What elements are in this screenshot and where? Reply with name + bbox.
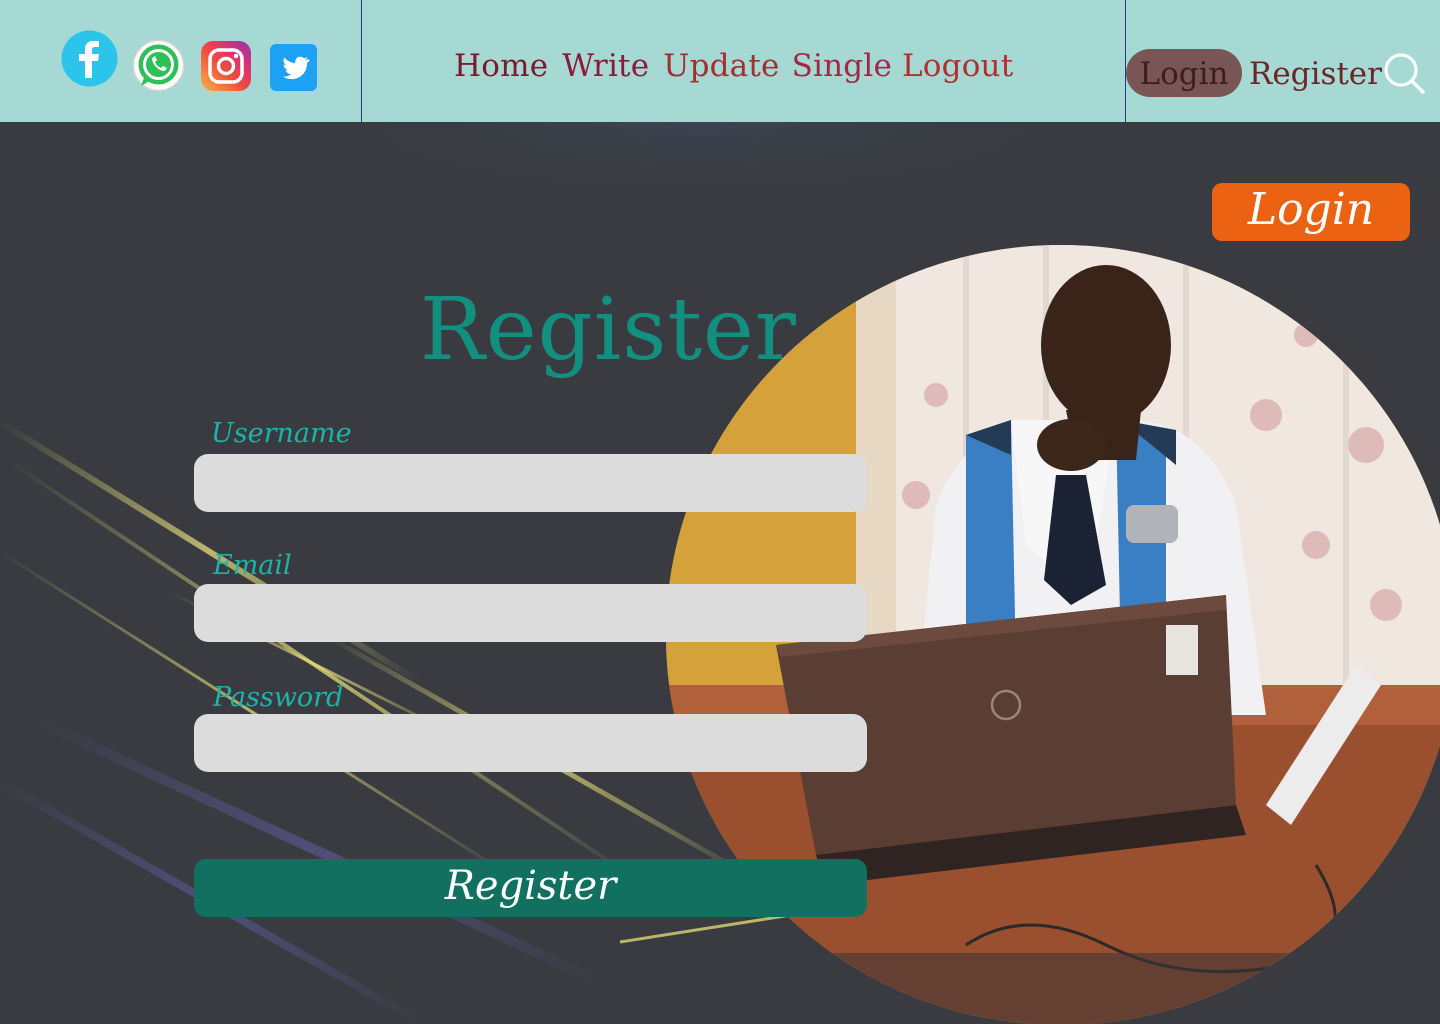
instagram-icon[interactable] [201, 41, 251, 91]
nav-link-logout[interactable]: Logout [902, 48, 1013, 84]
twitter-icon[interactable] [270, 44, 317, 91]
nav-divider [361, 0, 362, 122]
whatsapp-icon[interactable] [132, 39, 185, 92]
password-input[interactable] [194, 714, 867, 772]
email-label: Email [213, 550, 292, 581]
username-input[interactable] [194, 454, 867, 512]
main-nav: Home Write Update Single Logout [454, 48, 1027, 92]
top-navbar: Home Write Update Single Logout Login Regist… [0, 0, 1440, 122]
nav-link-write[interactable]: Write [562, 48, 649, 84]
register-page: Login Register Username Email Password R… [0, 122, 1440, 1024]
login-button-hero[interactable]: Login [1212, 183, 1410, 241]
register-link[interactable]: Register [1249, 49, 1382, 99]
social-links [0, 0, 361, 122]
register-submit-button[interactable]: Register [194, 859, 867, 917]
search-icon[interactable] [1383, 52, 1425, 98]
username-label: Username [211, 418, 352, 449]
login-button[interactable]: Login [1126, 49, 1242, 97]
facebook-icon[interactable] [61, 30, 118, 87]
nav-link-single[interactable]: Single [792, 48, 892, 84]
nav-link-home[interactable]: Home [454, 48, 548, 84]
password-label: Password [213, 682, 344, 713]
page-title: Register [420, 280, 797, 380]
nav-divider [1125, 0, 1126, 122]
nav-link-update[interactable]: Update [663, 48, 779, 84]
email-input[interactable] [194, 584, 867, 642]
